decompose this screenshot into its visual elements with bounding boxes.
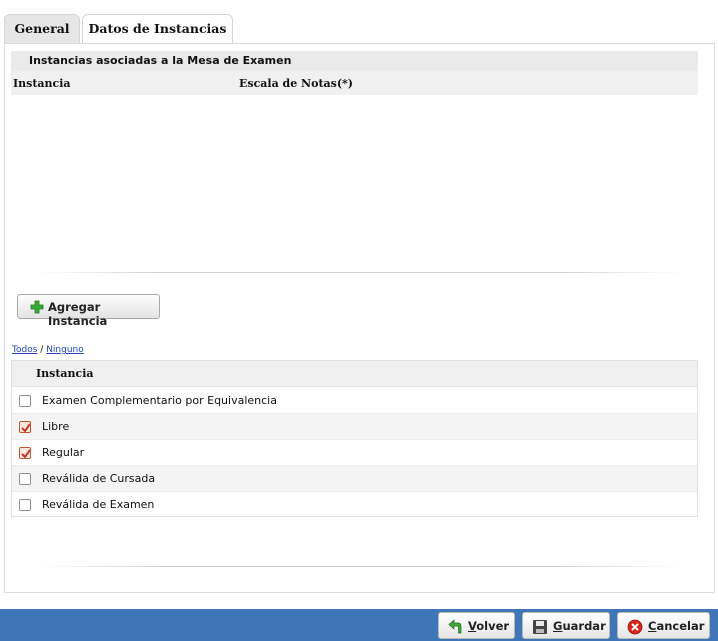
check-mark-icon (21, 449, 31, 459)
green-back-arrow-icon (448, 619, 464, 635)
footer-bar: Volver Guardar Cancelar (0, 609, 718, 641)
list-item-label: Reválida de Cursada (42, 472, 156, 485)
green-plus-icon (30, 300, 44, 314)
tab-general[interactable]: General (4, 14, 80, 44)
tab-panel: Instancias asociadas a la Mesa de Examen… (4, 43, 715, 593)
list-item: Reválida de Examen (12, 492, 697, 518)
checkbox[interactable] (19, 421, 31, 433)
list-item-label: Libre (42, 420, 70, 433)
add-instance-button[interactable]: Agregar Instancia (17, 294, 160, 328)
list-item: Examen Complementario por Equivalencia (12, 388, 697, 414)
select-links: Todos / Ninguno (12, 345, 84, 355)
column-header-instancia: Instancia (13, 77, 71, 90)
list-item-label: Reválida de Examen (42, 498, 155, 511)
list-item: Regular (12, 440, 697, 466)
guardar-label: Guardar (553, 619, 606, 633)
cancelar-label: Cancelar (648, 619, 705, 633)
checkbox[interactable] (19, 473, 31, 485)
checkbox[interactable] (19, 395, 31, 407)
list-item: Reválida de Cursada (12, 466, 697, 492)
list-item-label: Examen Complementario por Equivalencia (42, 394, 277, 407)
cancelar-button[interactable]: Cancelar (617, 612, 710, 639)
divider (35, 272, 685, 273)
instances-grid-body (11, 95, 698, 272)
red-cancel-icon (627, 619, 643, 635)
list-item: Libre (12, 414, 697, 440)
list-item-label: Regular (42, 446, 85, 459)
floppy-disk-icon (532, 619, 548, 635)
tab-datos-de-instancias[interactable]: Datos de Instancias (82, 14, 233, 45)
select-links-separator: / (40, 345, 44, 355)
checkbox[interactable] (19, 447, 31, 459)
instance-checkbox-list: Instancia Examen Complementario por Equi… (11, 360, 698, 517)
checkbox[interactable] (19, 499, 31, 511)
select-none-link[interactable]: Ninguno (46, 345, 84, 355)
add-instance-label: Agregar Instancia (48, 300, 108, 328)
instances-grid-title: Instancias asociadas a la Mesa de Examen (11, 51, 698, 71)
instance-list-header: Instancia (12, 361, 697, 387)
divider (35, 566, 685, 567)
check-mark-icon (21, 423, 31, 433)
volver-button[interactable]: Volver (438, 612, 515, 639)
column-header-escala-de-notas: Escala de Notas(*) (239, 77, 354, 90)
instances-grid-header: Instancia Escala de Notas(*) (11, 71, 698, 95)
volver-label: Volver (468, 619, 510, 633)
guardar-button[interactable]: Guardar (522, 612, 610, 639)
select-all-link[interactable]: Todos (12, 345, 37, 355)
